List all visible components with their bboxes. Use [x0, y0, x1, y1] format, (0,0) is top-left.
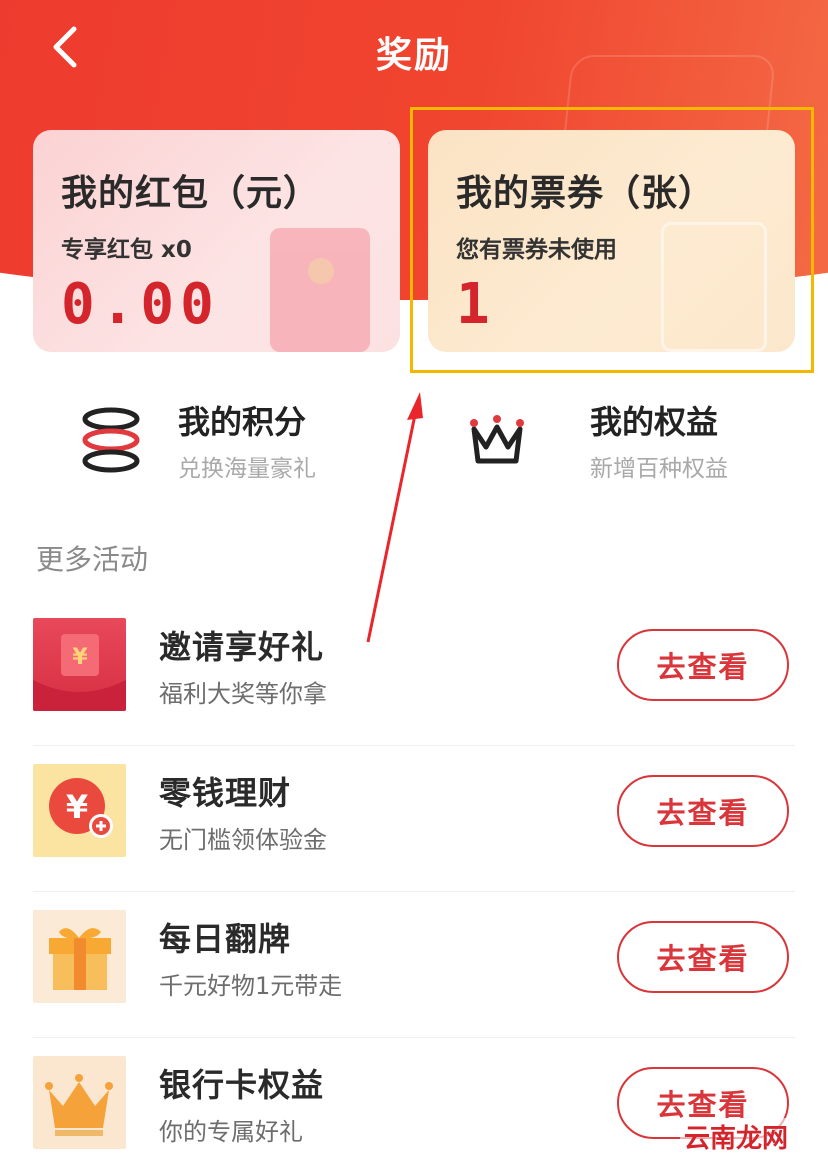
coins-stack-icon: [80, 405, 142, 475]
item-title: 邀请享好礼: [159, 628, 325, 666]
watermark-text: 云南龙网: [679, 1118, 792, 1155]
item-title: 零钱理财: [159, 774, 292, 812]
item-title: 每日翻牌: [159, 920, 292, 958]
my-rights-link[interactable]: 我的权益 新增百种权益: [466, 395, 728, 485]
red-envelope-icon: ¥: [33, 618, 126, 711]
red-packet-card[interactable]: 我的红包（元） 专享红包 x0 0.00: [33, 130, 400, 352]
rights-title: 我的权益: [590, 403, 719, 441]
item-subtitle: 福利大奖等你拿: [159, 680, 327, 708]
item-subtitle: 千元好物1元带走: [159, 972, 343, 1000]
gift-box-icon: [33, 910, 126, 1003]
page-title: 奖励: [375, 35, 452, 76]
points-title: 我的积分: [178, 403, 307, 441]
list-item-daily-flip: 每日翻牌 千元好物1元带走 去查看: [33, 892, 795, 1038]
view-button[interactable]: 去查看: [617, 775, 789, 847]
item-title: 银行卡权益: [159, 1066, 325, 1104]
svg-text:¥: ¥: [66, 788, 88, 826]
crown-icon: [466, 405, 528, 475]
section-title: 更多活动: [36, 543, 149, 576]
svg-text:¥: ¥: [72, 645, 88, 670]
crown-icon: [33, 1056, 126, 1149]
rights-subtitle: 新增百种权益: [590, 456, 728, 482]
activity-list: ¥ 邀请享好礼 福利大奖等你拿 去查看 ¥ 零钱理财 无门槛领体验金 去查看 每…: [33, 600, 795, 1169]
points-subtitle: 兑换海量豪礼: [178, 456, 316, 482]
view-button[interactable]: 去查看: [617, 629, 789, 701]
item-subtitle: 无门槛领体验金: [159, 826, 327, 854]
item-subtitle: 你的专属好礼: [159, 1118, 303, 1146]
list-item-change-finance: ¥ 零钱理财 无门槛领体验金 去查看: [33, 746, 795, 892]
yuan-coin-icon: ¥: [33, 764, 126, 857]
envelope-decoration-icon: [270, 228, 370, 352]
my-points-link[interactable]: 我的积分 兑换海量豪礼: [80, 395, 316, 485]
red-packet-title: 我的红包（元）: [61, 173, 321, 214]
highlight-annotation-box: [410, 107, 814, 373]
list-item-invite: ¥ 邀请享好礼 福利大奖等你拿 去查看: [33, 600, 795, 746]
view-button[interactable]: 去查看: [617, 921, 789, 993]
